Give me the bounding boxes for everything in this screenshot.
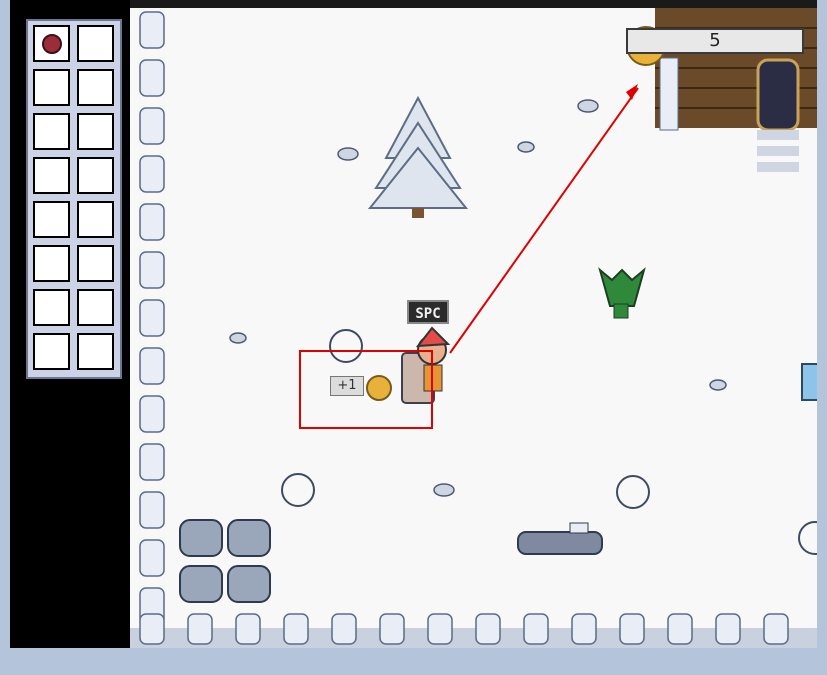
annotation-arrow-line [449, 87, 639, 354]
inventory-slot[interactable] [77, 201, 114, 238]
coin-gain-icon [366, 375, 392, 401]
snow-rocks [229, 99, 727, 497]
inventory-slot[interactable] [33, 333, 70, 370]
interact-key-label: SPC [407, 300, 449, 324]
inventory-slot[interactable] [77, 245, 114, 282]
snowy-pine-tree [367, 95, 469, 218]
edge-character [801, 363, 817, 401]
inventory-slot[interactable] [77, 113, 114, 150]
inventory-slot[interactable] [77, 25, 114, 62]
inventory-slot[interactable] [33, 201, 70, 238]
inventory-panel [26, 19, 122, 379]
snow-bushes [281, 329, 817, 555]
inventory-slot[interactable] [77, 333, 114, 370]
game-viewport[interactable]: SPC +1 5 [130, 8, 817, 648]
inventory-slot[interactable] [33, 289, 70, 326]
inventory-slot[interactable] [77, 289, 114, 326]
inventory-slot[interactable] [33, 113, 70, 150]
ornament-icon [42, 34, 62, 54]
inventory-slot[interactable] [33, 157, 70, 194]
player-character [401, 326, 451, 404]
inventory-slot[interactable] [33, 245, 70, 282]
top-border [130, 0, 817, 8]
green-goblin-enemy [598, 267, 646, 319]
coin-gain-label: +1 [330, 376, 364, 396]
game-scene [130, 8, 817, 648]
inventory-slot[interactable] [33, 25, 70, 62]
inventory-slot[interactable] [77, 69, 114, 106]
fallen-log [517, 522, 603, 555]
bottom-fence [130, 613, 817, 648]
coin-counter: 5 [626, 28, 804, 54]
left-fence [139, 11, 165, 625]
inventory-slot[interactable] [77, 157, 114, 194]
inventory-slot[interactable] [33, 69, 70, 106]
barrels [179, 519, 271, 603]
